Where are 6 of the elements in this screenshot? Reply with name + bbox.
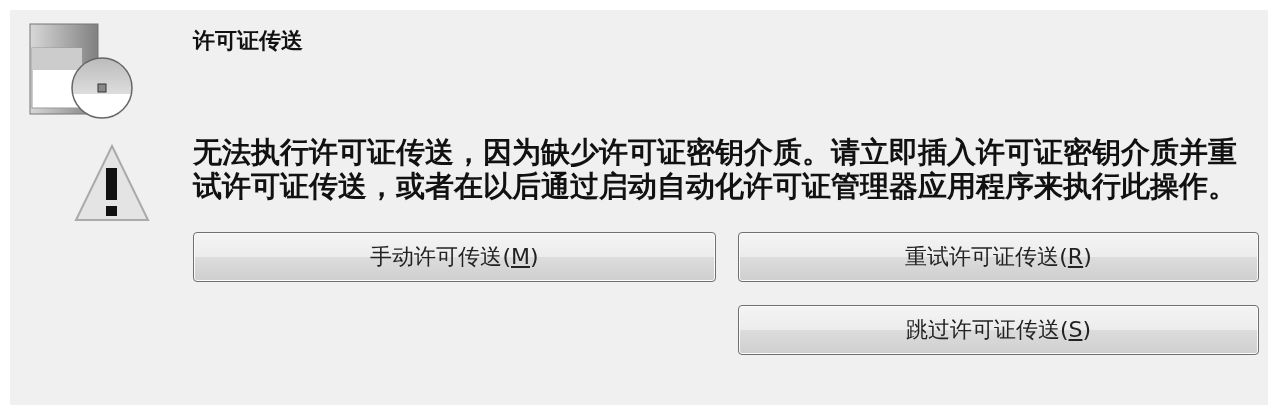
warning-message: 无法执行许可证传送，因为缺少许可证密钥介质。请立即插入许可证密钥介质并重试许可证传送，或者在以后通过启动自动化许可证管理器应用程序来执行此操作。 [193, 135, 1238, 204]
warning-icon [74, 144, 150, 222]
dialog-button[interactable]: 跳过许可证传送(S) [738, 305, 1259, 355]
dialog-button[interactable]: 手动许可传送(M) [193, 232, 716, 282]
dialog-title: 许可证传送 [193, 27, 304, 55]
dialog-button[interactable]: 重试许可证传送(R) [738, 232, 1259, 282]
